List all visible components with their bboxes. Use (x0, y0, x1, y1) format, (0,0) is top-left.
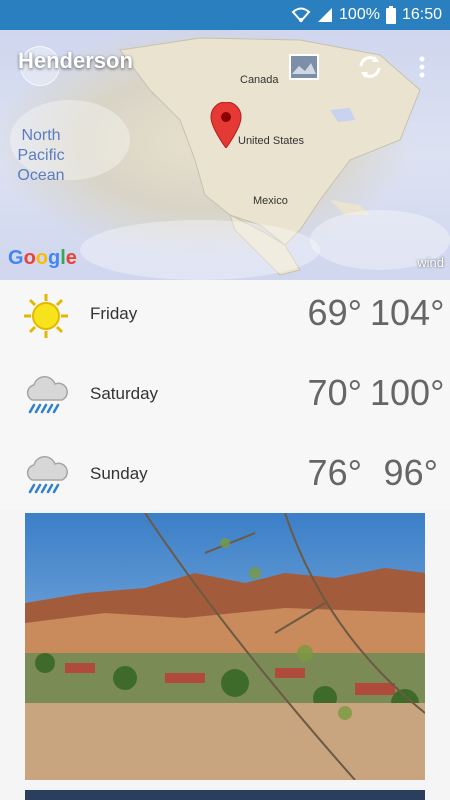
forecast-temps: 76° 96° (304, 452, 438, 494)
map-label-ocean: North Pacific Ocean (17, 127, 65, 184)
map-layer-icon[interactable] (287, 50, 321, 84)
forecast-temps: 69° 104° (304, 292, 445, 334)
sun-icon (22, 292, 70, 340)
forecast-day: Friday (90, 304, 138, 323)
forecast-high: 100° (370, 372, 445, 413)
forecast-low: 69° (307, 292, 362, 333)
overflow-menu-icon[interactable] (405, 50, 439, 84)
map-label-mexico: Mexico (253, 195, 288, 207)
forecast-list: Friday 69° 104° Saturday 70° 100° Sunday… (0, 280, 450, 510)
wifi-icon (291, 7, 311, 23)
forecast-row-sunday[interactable]: Sunday 76° 96° (0, 440, 450, 520)
forecast-day: Sunday (90, 464, 148, 483)
forecast-high: 96° (383, 452, 438, 493)
forecast-day: Saturday (90, 384, 159, 403)
status-bar: 100% 16:50 (0, 0, 450, 30)
map-label-canada: Canada (240, 74, 279, 86)
forecast-low: 76° (307, 452, 362, 493)
city-title: Henderson (18, 48, 133, 73)
city-photo[interactable] (25, 513, 425, 780)
battery-icon (385, 6, 396, 24)
map-view[interactable]: Henderson Canada United States Mexico No… (0, 30, 450, 280)
rain-cloud-icon (22, 452, 70, 500)
forecast-high: 104° (370, 292, 445, 333)
next-card (25, 790, 425, 800)
location-pin-icon[interactable] (210, 101, 242, 153)
map-watermark: wind (417, 255, 444, 270)
forecast-row-saturday[interactable]: Saturday 70° 100° (0, 360, 450, 440)
map-label-united-states: United States (238, 135, 305, 147)
forecast-row-friday[interactable]: Friday 69° 104° (0, 280, 450, 360)
forecast-low: 70° (307, 372, 362, 413)
refresh-icon[interactable] (353, 50, 387, 84)
clock: 16:50 (401, 6, 442, 23)
google-logo: Google (8, 247, 77, 269)
rain-cloud-icon (22, 372, 70, 420)
battery-percent: 100% (339, 6, 380, 23)
forecast-temps: 70° 100° (304, 372, 445, 414)
signal-icon (317, 7, 333, 23)
